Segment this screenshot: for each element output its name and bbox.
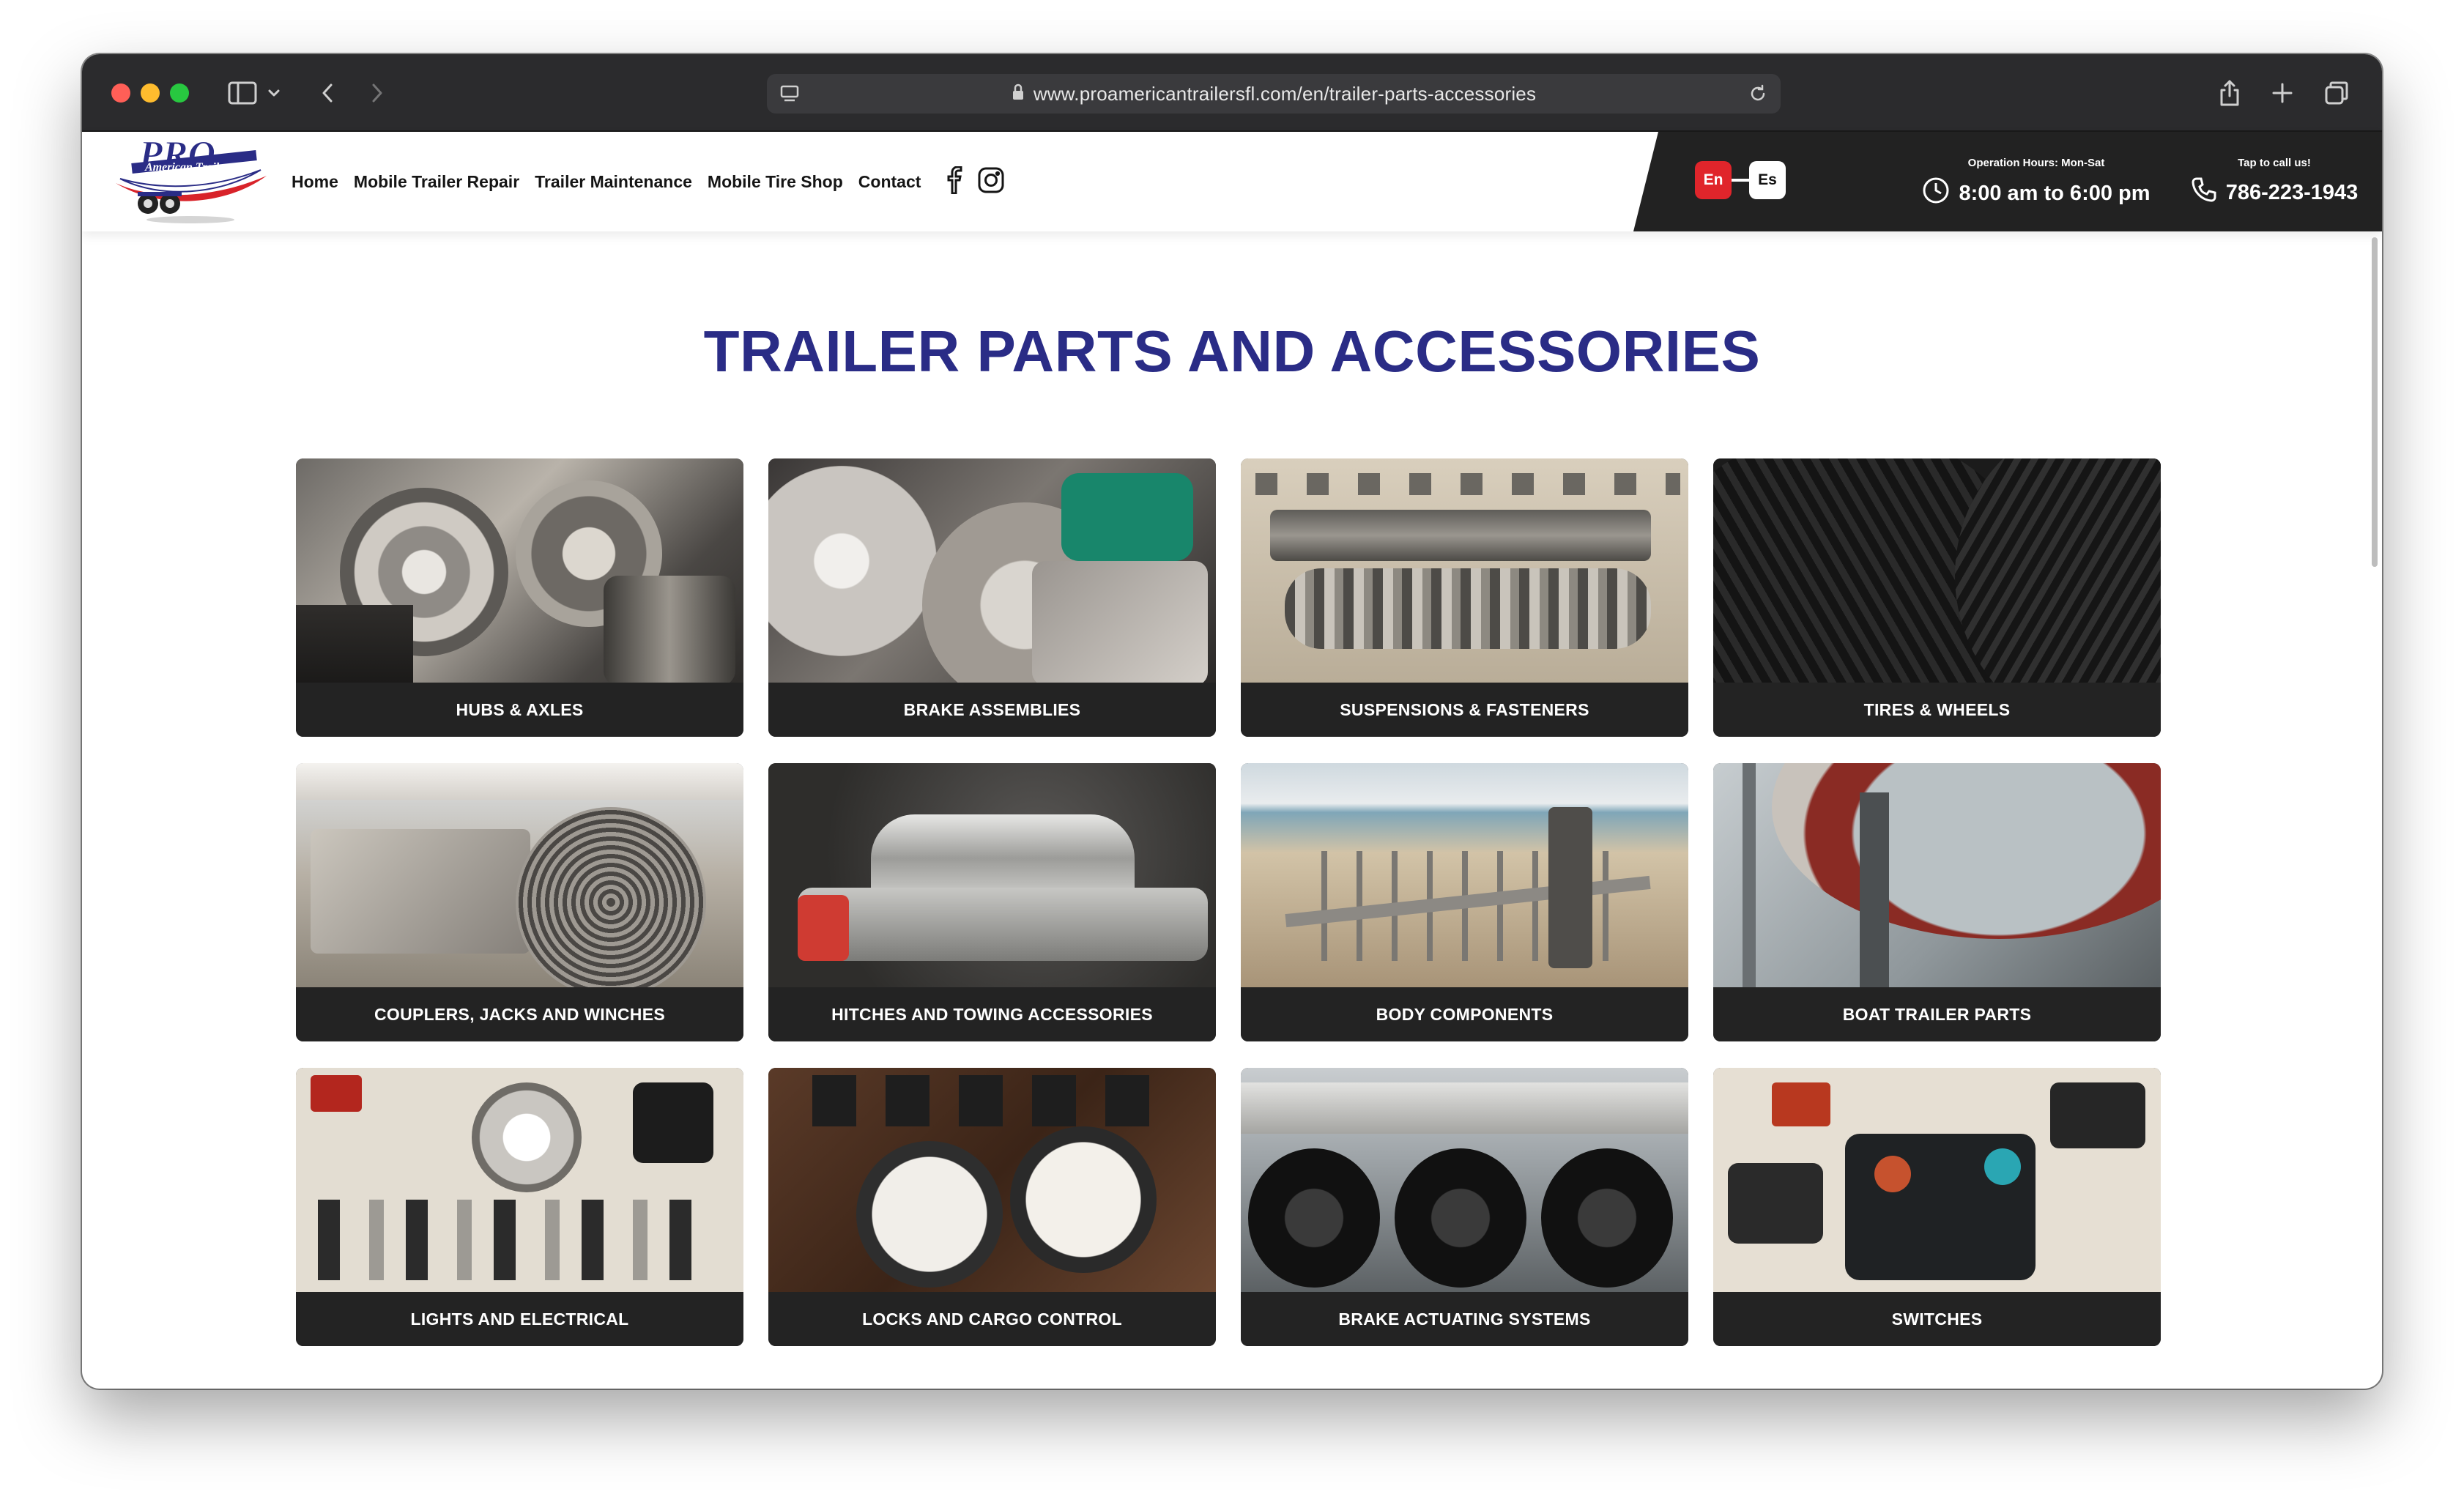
hubs-axles-image (296, 458, 743, 683)
category-label: TIRES & WHEELS (1713, 683, 2161, 737)
site-logo[interactable]: PRO American Trailers (110, 134, 272, 227)
body-components-image (1241, 763, 1688, 987)
back-arrow-icon[interactable] (316, 76, 338, 110)
forward-arrow-icon[interactable] (366, 76, 388, 110)
phone-number[interactable]: 786-223-1943 (2226, 181, 2359, 205)
nav-contact[interactable]: Contact (858, 172, 921, 192)
url-text: www.proamericantrailersfl.com/en/trailer… (1033, 82, 1537, 105)
category-card-brake-actuating-systems[interactable]: BRAKE ACTUATING SYSTEMS (1241, 1068, 1688, 1346)
couplers-jacks-winches-image (296, 763, 743, 987)
language-toggle: En Es (1695, 161, 1786, 199)
hours-value: 8:00 am to 6:00 pm (1959, 181, 2151, 205)
header-contact-panel: En Es Operation Hours: Mon-Sat 8:00 am t… (1633, 132, 2382, 231)
category-label: LOCKS AND CARGO CONTROL (768, 1292, 1216, 1346)
minimize-window-button[interactable] (141, 83, 160, 103)
category-label: HITCHES AND TOWING ACCESSORIES (768, 987, 1216, 1041)
sidebar-toggle-icon[interactable] (226, 76, 259, 110)
boat-trailer-parts-image (1713, 763, 2161, 987)
category-card-lights-electrical[interactable]: LIGHTS AND ELECTRICAL (296, 1068, 743, 1346)
hitches-towing-image (768, 763, 1216, 987)
nav-trailer-maintenance[interactable]: Trailer Maintenance (535, 172, 692, 192)
category-label: BRAKE ACTUATING SYSTEMS (1241, 1292, 1688, 1346)
lang-es-button[interactable]: Es (1749, 161, 1786, 199)
category-card-couplers-jacks-winches[interactable]: COUPLERS, JACKS AND WINCHES (296, 763, 743, 1041)
switches-image (1713, 1068, 2161, 1292)
nav-mobile-trailer-repair[interactable]: Mobile Trailer Repair (354, 172, 519, 192)
share-icon[interactable] (2215, 76, 2244, 110)
category-card-tires-wheels[interactable]: TIRES & WHEELS (1713, 458, 2161, 737)
phone-icon (2191, 177, 2217, 209)
site-header: PRO American Trailers Home Mobile Traile… (82, 132, 2382, 231)
category-label: SUSPENSIONS & FASTENERS (1241, 683, 1688, 737)
suspensions-fasteners-image (1241, 458, 1688, 683)
svg-text:American Trailers: American Trailers (144, 161, 234, 174)
page-title: TRAILER PARTS AND ACCESSORIES (703, 319, 1761, 384)
browser-window: www.proamericantrailersfl.com/en/trailer… (82, 54, 2382, 1389)
category-label: BRAKE ASSEMBLIES (768, 683, 1216, 737)
operation-hours: Operation Hours: Mon-Sat 8:00 am to 6:00… (1919, 157, 2153, 210)
clock-icon (1922, 177, 1950, 210)
reload-icon[interactable] (1747, 83, 1769, 108)
social-links (946, 166, 1005, 198)
new-tab-icon[interactable] (2268, 76, 2297, 110)
category-card-body-components[interactable]: BODY COMPONENTS (1241, 763, 1688, 1041)
category-grid: HUBS & AXLES BRAKE ASSEMBLIES SUSPENSION… (296, 458, 2161, 1346)
category-label: SWITCHES (1713, 1292, 2161, 1346)
lang-divider (1732, 179, 1749, 182)
hours-label: Operation Hours: Mon-Sat (1967, 157, 2105, 169)
close-window-button[interactable] (111, 83, 130, 103)
phone-label: Tap to call us! (2238, 157, 2311, 169)
category-card-boat-trailer-parts[interactable]: BOAT TRAILER PARTS (1713, 763, 2161, 1041)
category-label: LIGHTS AND ELECTRICAL (296, 1292, 743, 1346)
category-label: BODY COMPONENTS (1241, 987, 1688, 1041)
facebook-icon[interactable] (946, 166, 964, 198)
nav-mobile-tire-shop[interactable]: Mobile Tire Shop (708, 172, 843, 192)
main-nav: Home Mobile Trailer Repair Trailer Maint… (292, 132, 1005, 231)
lang-en-button[interactable]: En (1695, 161, 1732, 199)
tires-wheels-image (1713, 458, 2161, 683)
category-card-suspensions-fasteners[interactable]: SUSPENSIONS & FASTENERS (1241, 458, 1688, 737)
call-us[interactable]: Tap to call us! 786-223-1943 (2190, 157, 2359, 209)
reader-icon[interactable] (779, 83, 801, 108)
brake-assemblies-image (768, 458, 1216, 683)
chevron-down-icon[interactable] (265, 76, 283, 110)
tab-overview-icon[interactable] (2320, 76, 2353, 110)
category-label: HUBS & AXLES (296, 683, 743, 737)
locks-cargo-control-image (768, 1068, 1216, 1292)
lock-icon (1012, 83, 1025, 105)
zoom-window-button[interactable] (170, 83, 189, 103)
page-scrollbar[interactable] (2372, 237, 2378, 567)
category-card-hubs-axles[interactable]: HUBS & AXLES (296, 458, 743, 737)
category-label: COUPLERS, JACKS AND WINCHES (296, 987, 743, 1041)
instagram-icon[interactable] (977, 166, 1005, 198)
category-label: BOAT TRAILER PARTS (1713, 987, 2161, 1041)
category-card-locks-cargo-control[interactable]: LOCKS AND CARGO CONTROL (768, 1068, 1216, 1346)
category-card-switches[interactable]: SWITCHES (1713, 1068, 2161, 1346)
lights-electrical-image (296, 1068, 743, 1292)
category-card-hitches-towing[interactable]: HITCHES AND TOWING ACCESSORIES (768, 763, 1216, 1041)
category-card-brake-assemblies[interactable]: BRAKE ASSEMBLIES (768, 458, 1216, 737)
brake-actuating-systems-image (1241, 1068, 1688, 1292)
browser-toolbar: www.proamericantrailersfl.com/en/trailer… (82, 54, 2382, 132)
nav-home[interactable]: Home (292, 172, 338, 192)
address-bar[interactable]: www.proamericantrailersfl.com/en/trailer… (767, 74, 1781, 114)
